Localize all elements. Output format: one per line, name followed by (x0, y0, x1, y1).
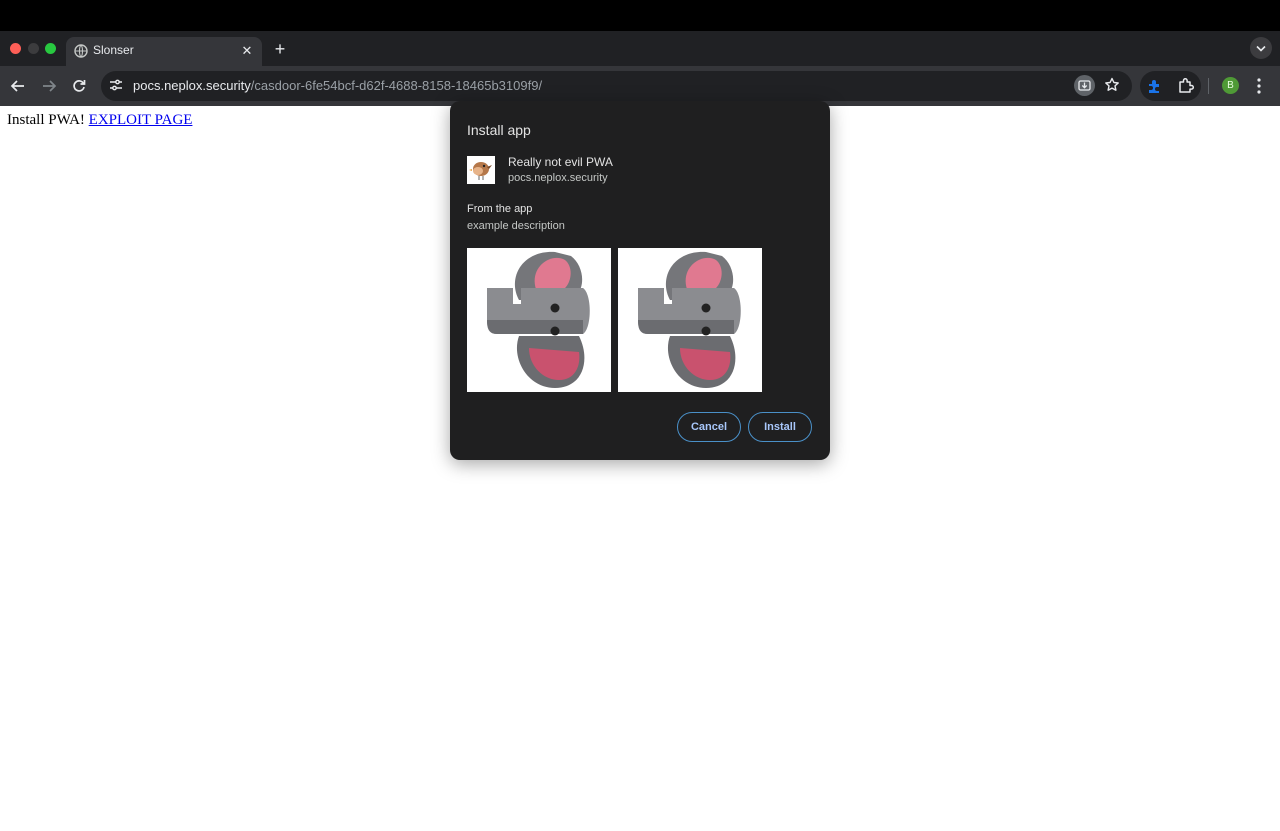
reload-icon (73, 80, 86, 92)
screen-top-bar (0, 0, 1280, 31)
star-icon (1105, 77, 1119, 91)
page-content: Install PWA! EXPLOIT PAGE (7, 112, 192, 129)
app-origin: pocs.neplox.security (508, 172, 608, 184)
forward-icon (43, 80, 57, 92)
bird-icon (469, 162, 492, 180)
window-maximize-button[interactable] (45, 43, 56, 54)
elephant-image (638, 251, 741, 388)
toolbar-divider (1208, 78, 1209, 94)
tab-search-button[interactable] (1250, 37, 1272, 59)
window-minimize-button[interactable] (28, 43, 39, 54)
profile-avatar[interactable]: B (1222, 77, 1239, 94)
url-path: /casdoor-6fe54bcf-d62f-4688-8158-18465b3… (250, 78, 543, 93)
url-text[interactable]: pocs.neplox.security/casdoor-6fe54bcf-d6… (133, 78, 542, 93)
back-icon (10, 80, 24, 92)
site-settings-icon[interactable] (108, 77, 124, 93)
reload-button[interactable] (68, 75, 90, 97)
page-intro-text: Install PWA! (7, 112, 85, 128)
url-host: pocs.neplox.security (133, 78, 251, 93)
app-name: Really not evil PWA (508, 155, 613, 169)
tab-search-icon (1256, 45, 1266, 52)
elephant-image (487, 251, 590, 388)
bookmark-button[interactable] (1103, 76, 1121, 94)
tab-title: Slonser (93, 43, 134, 57)
window-close-button[interactable] (10, 43, 21, 54)
forward-button[interactable] (38, 75, 60, 97)
back-button[interactable] (7, 75, 29, 97)
install-app-button[interactable] (1074, 75, 1095, 96)
from-app-label: From the app (467, 203, 533, 215)
app-description: example description (467, 220, 565, 232)
install-app-dialog: Install app Really not evil PWA pocs.nep… (450, 101, 830, 460)
app-icon (467, 156, 495, 184)
globe-icon (74, 44, 88, 58)
kebab-menu-icon[interactable] (1252, 76, 1266, 96)
install-button[interactable]: Install (748, 412, 812, 442)
dialog-title: Install app (467, 122, 531, 138)
exploit-page-link[interactable]: EXPLOIT PAGE (89, 112, 193, 128)
puzzle-extension-icon[interactable] (1146, 77, 1164, 95)
app-screenshot-2[interactable] (618, 248, 762, 392)
app-screenshot-1[interactable] (467, 248, 611, 392)
extensions-icon[interactable] (1176, 76, 1196, 96)
tab-close-icon[interactable]: ✕ (239, 43, 255, 59)
cancel-button[interactable]: Cancel (677, 412, 741, 442)
new-tab-button[interactable]: + (270, 39, 290, 59)
browser-tab[interactable]: Slonser ✕ (66, 37, 262, 66)
install-app-icon (1078, 80, 1091, 91)
